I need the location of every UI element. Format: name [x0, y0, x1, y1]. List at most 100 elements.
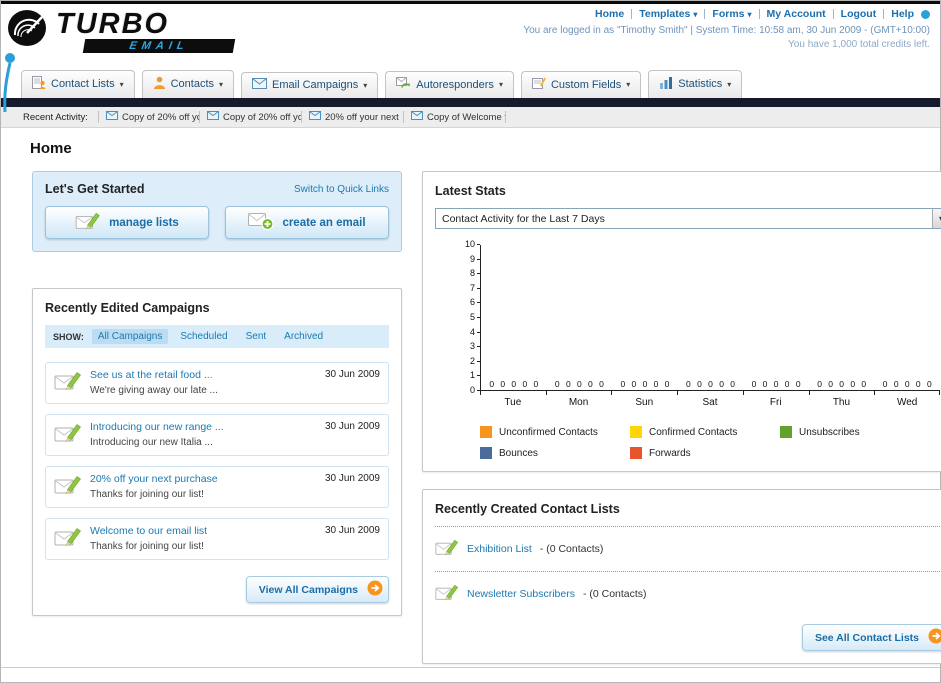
recent-activity-label: Recent Activity:: [23, 111, 88, 123]
chart-legend: Unconfirmed Contacts Confirmed Contacts Un…: [480, 426, 940, 459]
top-nav-templates-label: Templates: [639, 8, 691, 20]
divider: [704, 9, 706, 19]
create-email-button[interactable]: create an email: [225, 206, 389, 239]
campaign-title-link[interactable]: Introducing our new range ...: [90, 421, 317, 433]
chart-value-labels: 00000: [817, 379, 867, 389]
chart-category-label: Wed: [874, 391, 940, 408]
chart-group: 00000: [547, 245, 613, 390]
get-started-title: Let's Get Started: [45, 182, 145, 196]
button-label: manage lists: [109, 216, 179, 229]
chart-value-labels: 00000: [620, 379, 670, 389]
campaign-list-item[interactable]: See us at the retail food ... We're givi…: [45, 362, 389, 404]
chart-group: 00000: [743, 245, 809, 390]
legend-item: Unconfirmed Contacts: [480, 426, 630, 438]
campaign-date: 30 Jun 2009: [324, 421, 380, 432]
button-label: create an email: [282, 216, 366, 229]
chart-y-tick: 10: [453, 239, 480, 250]
chevron-down-icon: ▾: [747, 9, 752, 19]
campaign-list-item[interactable]: 20% off your next purchase Thanks for jo…: [45, 466, 389, 508]
chart-y-tick: 8: [453, 268, 480, 279]
legend-swatch: [480, 447, 492, 459]
legend-item: Forwards: [630, 447, 780, 459]
arrow-right-icon: [928, 628, 941, 647]
filter-sent[interactable]: Sent: [240, 329, 273, 344]
campaign-list-item[interactable]: Introducing our new range ... Introducin…: [45, 414, 389, 456]
tab-contact-lists[interactable]: Contact Lists ▾: [21, 70, 135, 98]
top-nav-templates[interactable]: Templates ▾: [639, 8, 697, 20]
dotted-divider: [435, 526, 941, 527]
envelope-icon: [206, 111, 219, 123]
chart-groups: 00000 00000 00000 00000 00000 00000 00000: [481, 245, 940, 390]
filter-archived[interactable]: Archived: [278, 329, 329, 344]
chart-y-tick: 5: [453, 312, 480, 323]
recent-activity-item[interactable]: Copy of Welcome to: [404, 111, 506, 123]
campaign-list-item[interactable]: Welcome to our email list Thanks for joi…: [45, 518, 389, 560]
recent-activity-item[interactable]: 20% off your next: [302, 111, 404, 123]
tab-statistics[interactable]: Statistics ▾: [648, 70, 743, 98]
chart-category-label: Sat: [677, 391, 743, 408]
top-nav-forms[interactable]: Forms ▾: [712, 8, 751, 20]
filter-all-campaigns[interactable]: All Campaigns: [91, 329, 169, 344]
nav-underline-bar: [1, 98, 940, 107]
legend-item: Bounces: [480, 447, 630, 459]
recent-contact-lists-panel: Recently Created Contact Lists Exhibitio…: [422, 489, 941, 664]
divider: [631, 9, 633, 19]
view-all-campaigns-button[interactable]: View All Campaigns: [245, 576, 389, 603]
divider: [832, 9, 834, 19]
stats-period-select[interactable]: Contact Activity for the Last 7 Days ▾: [435, 208, 941, 229]
chart-group: 00000: [809, 245, 875, 390]
legend-swatch: [480, 426, 492, 438]
edit-campaign-icon: [54, 474, 82, 501]
top-nav-logout[interactable]: Logout: [841, 8, 877, 20]
tab-label: Statistics: [678, 78, 723, 90]
button-label: See All Contact Lists: [814, 631, 919, 644]
custom-fields-icon: [531, 77, 546, 92]
top-nav-help[interactable]: Help: [891, 8, 914, 20]
contact-list-item[interactable]: Newsletter Subscribers - (0 Contacts): [435, 578, 941, 610]
top-nav-forms-label: Forms: [712, 8, 745, 20]
select-arrow-icon: ▾: [932, 209, 941, 228]
chart-category-label: Tue: [480, 391, 546, 408]
tab-label: Email Campaigns: [272, 79, 359, 91]
chart-value-labels: 00000: [554, 379, 604, 389]
see-all-contact-lists-button[interactable]: See All Contact Lists: [801, 624, 941, 651]
tab-custom-fields[interactable]: Custom Fields ▾: [520, 71, 642, 98]
contact-list-link[interactable]: Newsletter Subscribers: [467, 588, 575, 600]
chart-category-label: Thu: [808, 391, 875, 408]
contact-list-item[interactable]: Exhibition List - (0 Contacts): [435, 533, 941, 565]
help-bubble-icon: [921, 9, 930, 19]
campaign-date: 30 Jun 2009: [324, 525, 380, 536]
tab-label: Autoresponders: [416, 78, 494, 91]
logo-subtitle: EMAIL: [82, 38, 236, 53]
chart-value-labels: 00000: [882, 379, 932, 389]
chart-y-tick: 0: [453, 385, 480, 396]
campaign-subtitle: Thanks for joining our list!: [90, 489, 204, 500]
manage-lists-button[interactable]: manage lists: [45, 206, 209, 239]
tab-autoresponders[interactable]: Autoresponders ▾: [385, 71, 514, 98]
contact-list-link[interactable]: Exhibition List: [467, 543, 532, 555]
edit-list-icon: [435, 538, 459, 560]
campaign-title-link[interactable]: See us at the retail food ...: [90, 369, 317, 381]
campaign-title-link[interactable]: 20% off your next purchase: [90, 473, 317, 485]
filter-scheduled[interactable]: Scheduled: [174, 329, 233, 344]
tab-email-campaigns[interactable]: Email Campaigns ▾: [241, 72, 379, 98]
top-nav-help-label: Help: [891, 8, 914, 20]
contact-lists-panel-title: Recently Created Contact Lists: [435, 502, 620, 516]
edit-campaign-icon: [54, 370, 82, 397]
chart-value-labels: 00000: [751, 379, 801, 389]
recent-activity-item[interactable]: Copy of 20% off yo: [200, 111, 302, 123]
switch-quick-links-link[interactable]: Switch to Quick Links: [294, 184, 389, 195]
show-label: SHOW:: [53, 331, 84, 342]
recent-activity-item[interactable]: Copy of 20% off yo: [97, 111, 200, 123]
session-info: You are logged in as "Timothy Smith" | S…: [523, 25, 930, 36]
top-nav-my-account[interactable]: My Account: [767, 8, 826, 20]
logo-text: TURBO EMAIL: [56, 9, 236, 53]
tab-contacts[interactable]: Contacts ▾: [141, 70, 235, 98]
chart-y-tick: 4: [453, 327, 480, 338]
legend-item: Confirmed Contacts: [630, 426, 780, 438]
campaign-title-link[interactable]: Welcome to our email list: [90, 525, 317, 537]
recent-activity-item-label: Copy of Welcome to: [426, 111, 506, 123]
latest-stats-panel: Latest Stats Contact Activity for the La…: [422, 171, 941, 472]
statistics-icon: [659, 76, 673, 92]
top-nav-home[interactable]: Home: [595, 8, 624, 20]
